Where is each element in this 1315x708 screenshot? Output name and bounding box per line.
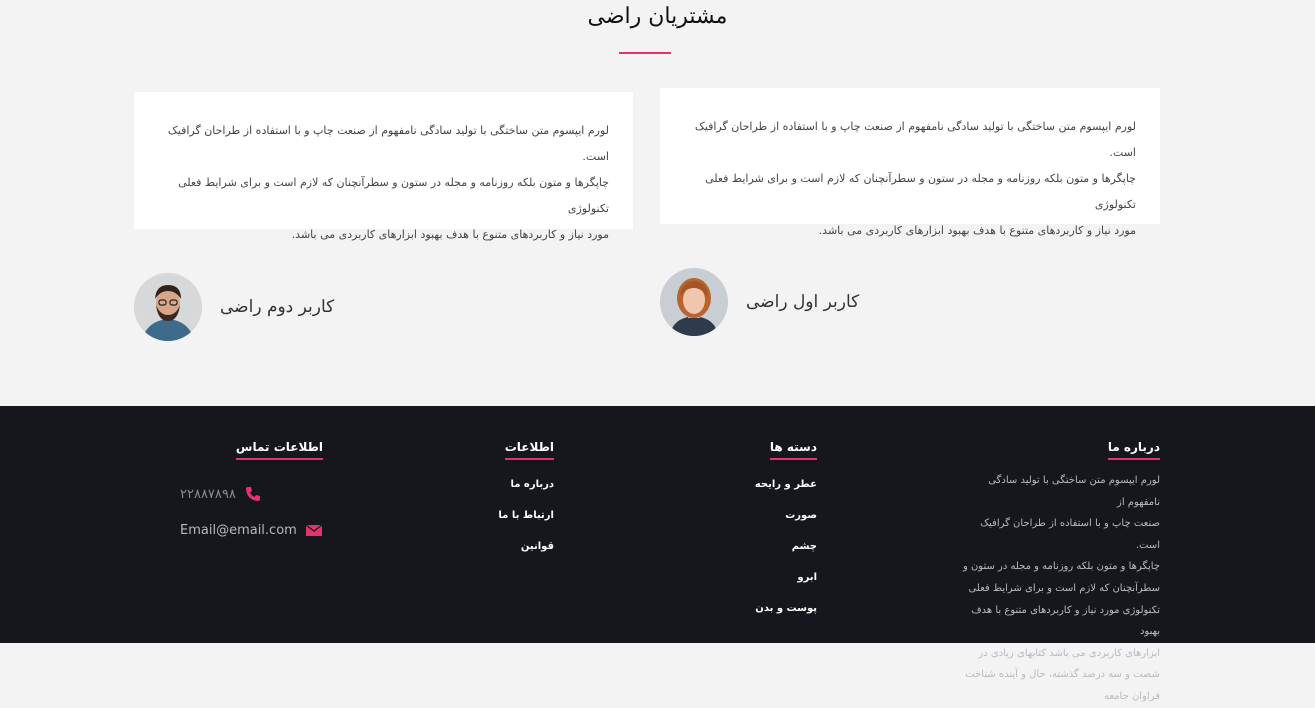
footer-heading: اطلاعات تماس [235, 440, 323, 460]
email-address: Email@email.com [180, 522, 297, 538]
category-link[interactable]: ابرو [700, 571, 817, 602]
footer-heading: دسته ها [769, 440, 817, 460]
avatar [134, 273, 202, 341]
about-line: سطرآنچنان که لازم است و برای شرایط فعلی [968, 582, 1160, 594]
footer-contact: اطلاعات تماس ۲۲۸۸۷۸۹۸ Email@email.com [180, 436, 323, 548]
footer-about: درباره ما لورم ایپسوم متن ساختگی با تولی… [956, 436, 1160, 708]
author-name: کاربر دوم راضی [220, 297, 335, 317]
about-line: چاپگرها و متون بلکه روزنامه و مجله در ست… [962, 561, 1160, 573]
about-line: ابزارهای کاربردی می باشد کتابهای زیادی د… [978, 647, 1160, 659]
testimonial-line: لورم ایپسوم متن ساختگی با تولید سادگی نا… [167, 124, 609, 163]
testimonial-card: لورم ایپسوم متن ساختگی با تولید سادگی نا… [660, 88, 1160, 237]
info-link[interactable]: ارتباط با ما [480, 509, 554, 540]
about-line: شصت و سه درصد گذشته، حال و آینده شناخت [965, 669, 1160, 681]
footer-heading: درباره ما [1107, 440, 1160, 460]
about-text: لورم ایپسوم متن ساختگی با تولید سادگی نا… [956, 470, 1160, 708]
footer-info: اطلاعات درباره ما ارتباط با ما قوانین [480, 436, 554, 571]
testimonial-line: چاپگرها و متون بلکه روزنامه و مجله در ست… [178, 176, 609, 215]
author-name: کاربر اول راضی [746, 292, 860, 312]
about-line: لورم ایپسوم متن ساختگی با تولید سادگی نا… [988, 475, 1160, 508]
category-link[interactable]: چشم [700, 540, 817, 571]
testimonial-line: لورم ایپسوم متن ساختگی با تولید سادگی نا… [694, 120, 1136, 159]
about-line: تکنولوژی مورد نیاز و کاربردهای متنوع با … [971, 604, 1160, 638]
testimonial-card: لورم ایپسوم متن ساختگی با تولید سادگی نا… [134, 92, 633, 241]
about-line: فراوان جامعه [1104, 690, 1160, 702]
info-link[interactable]: درباره ما [480, 478, 555, 509]
category-link[interactable]: پوست و بدن [700, 602, 817, 633]
footer: درباره ما لورم ایپسوم متن ساختگی با تولی… [0, 406, 1315, 702]
avatar [660, 268, 728, 336]
testimonial-line: چاپگرها و متون بلکه روزنامه و مجله در ست… [705, 172, 1136, 211]
testimonial-author: کاربر اول راضی [660, 268, 859, 336]
phone-number: ۲۲۸۸۷۸۹۸ [180, 486, 236, 502]
testimonial-author: کاربر دوم راضی [134, 273, 334, 341]
mail-icon [305, 524, 323, 536]
contact-phone[interactable]: ۲۲۸۸۷۸۹۸ [180, 476, 323, 512]
category-link[interactable]: عطر و رایحه [700, 478, 817, 509]
section-title: مشتریان راضی [587, 4, 728, 29]
footer-categories: دسته ها عطر و رایحه صورت چشم ابرو پوست و… [700, 436, 817, 633]
footer-heading: اطلاعات [504, 440, 554, 460]
info-link[interactable]: قوانین [480, 540, 554, 571]
testimonial-line: مورد نیاز و کاربردهای متنوع با هدف بهبود… [818, 224, 1136, 237]
title-underline [619, 52, 671, 54]
about-line: صنعت چاپ و با استفاده از طراحان گرافیک ا… [980, 518, 1160, 551]
category-link[interactable]: صورت [700, 509, 817, 540]
phone-icon [245, 487, 260, 501]
testimonial-line: مورد نیاز و کاربردهای متنوع با هدف بهبود… [291, 228, 609, 241]
contact-email[interactable]: Email@email.com [180, 512, 323, 548]
